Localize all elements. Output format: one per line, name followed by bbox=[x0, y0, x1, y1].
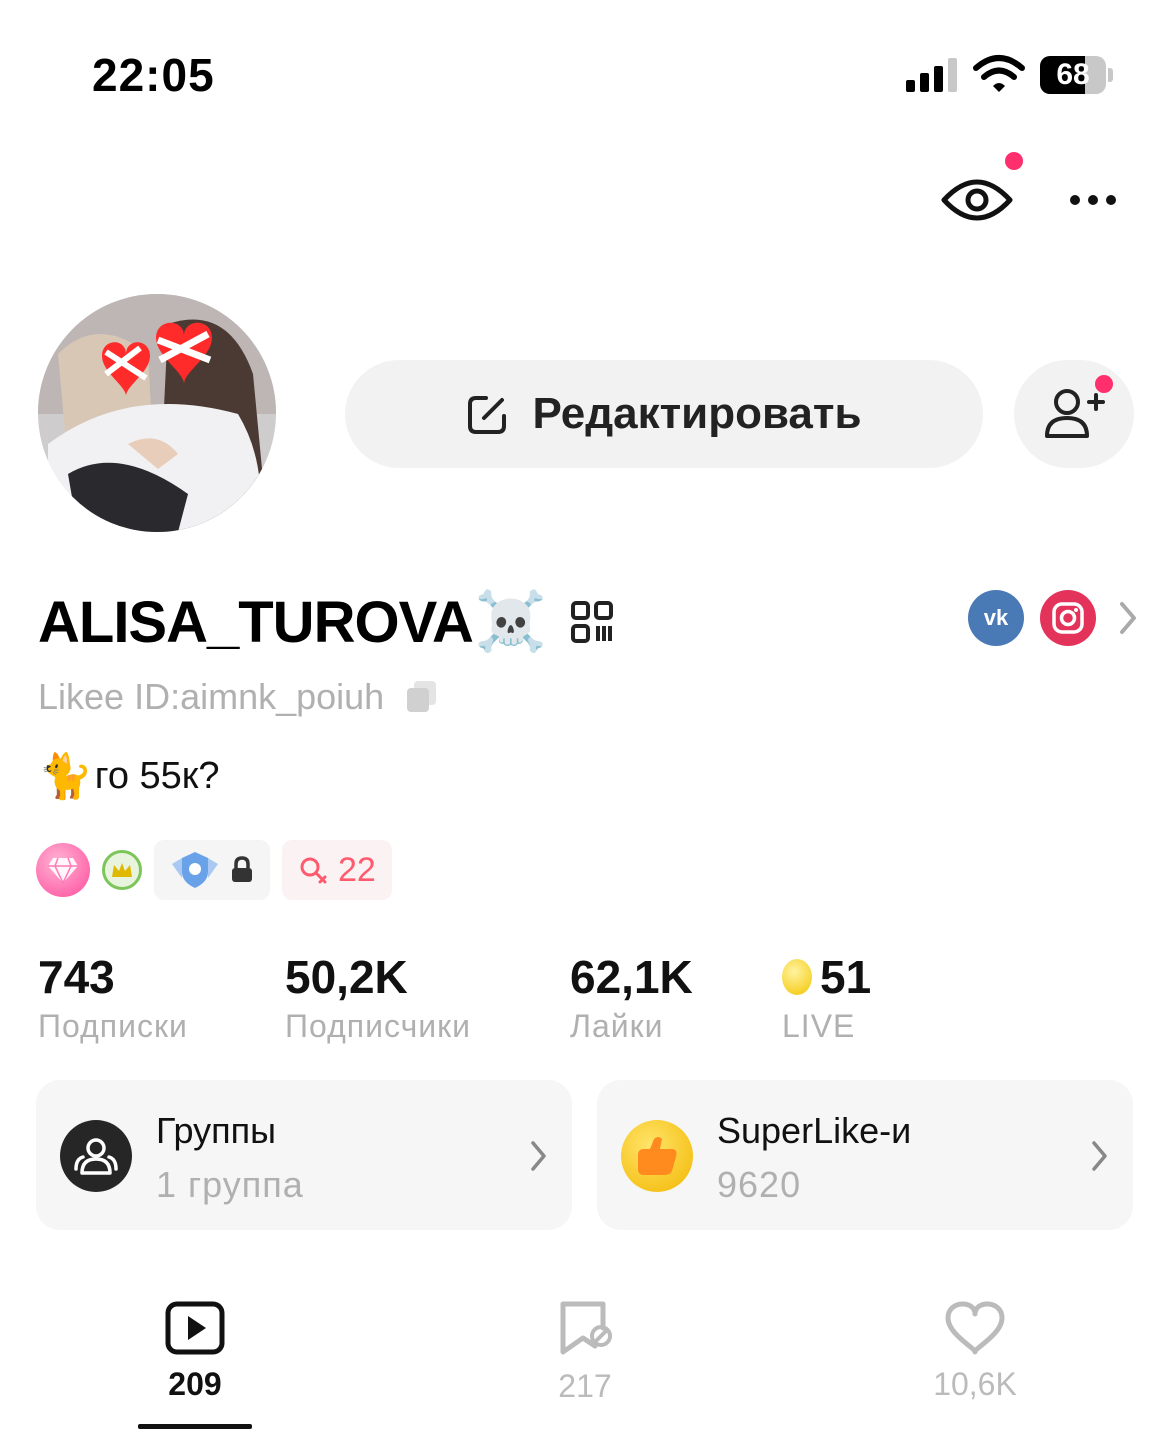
battery-level: 68 bbox=[1056, 58, 1090, 91]
tab-count: 217 bbox=[558, 1368, 612, 1404]
copy-icon[interactable] bbox=[404, 679, 440, 715]
tab-liked[interactable]: 10,6K bbox=[910, 1300, 1040, 1403]
stat-likes[interactable]: 62,1K Лайки bbox=[570, 950, 693, 1045]
add-user-icon bbox=[1045, 389, 1105, 438]
level-number: 22 bbox=[338, 850, 376, 889]
chevron-right-icon bbox=[531, 1141, 546, 1171]
stat-value: 62,1K bbox=[570, 951, 693, 1003]
bio-text: го 55к? bbox=[94, 754, 220, 797]
groups-title: Группы bbox=[156, 1110, 276, 1151]
tab-saved[interactable]: 217 bbox=[520, 1300, 650, 1405]
chevron-right-icon bbox=[1092, 1141, 1107, 1171]
tab-count: 10,6K bbox=[933, 1366, 1017, 1402]
active-tab-indicator bbox=[138, 1424, 252, 1429]
bio: 🐈 го 55к? bbox=[38, 750, 220, 802]
groups-icon bbox=[60, 1120, 132, 1192]
likee-id: Likee ID:aimnk_poiuh bbox=[38, 676, 385, 717]
superlike-icon bbox=[621, 1120, 693, 1192]
tab-videos[interactable]: 209 bbox=[130, 1300, 260, 1403]
superlikes-count: 9620 bbox=[717, 1164, 802, 1205]
stat-following[interactable]: 743 Подписки bbox=[38, 950, 188, 1045]
more-options-icon[interactable] bbox=[1066, 180, 1120, 220]
stat-live[interactable]: 51 LIVE bbox=[782, 950, 871, 1045]
bio-emoji: 🐈 bbox=[38, 752, 93, 801]
username-row: ALISA_TUROVA ☠️ bbox=[38, 582, 614, 662]
level-badge[interactable]: 22 bbox=[282, 840, 392, 900]
instagram-icon[interactable] bbox=[1040, 590, 1096, 646]
tab-count: 209 bbox=[168, 1366, 222, 1402]
crown-badge-icon[interactable] bbox=[102, 850, 142, 890]
coin-icon bbox=[782, 959, 812, 995]
video-play-icon bbox=[165, 1301, 225, 1355]
edit-icon bbox=[468, 396, 507, 434]
groups-subtitle: 1 группа bbox=[156, 1164, 304, 1205]
likee-id-row: Likee ID:aimnk_poiuh bbox=[38, 676, 440, 718]
bookmark-icon bbox=[560, 1301, 612, 1355]
qr-code-icon[interactable] bbox=[571, 601, 614, 643]
content-tabs: 209 217 10,6K bbox=[0, 1300, 1170, 1434]
vk-label: vk bbox=[983, 605, 1009, 630]
eye-icon[interactable] bbox=[940, 170, 1014, 230]
add-friend-button[interactable] bbox=[1014, 360, 1134, 468]
diamond-badge-icon[interactable] bbox=[36, 843, 90, 897]
groups-card[interactable]: Группы 1 группа bbox=[36, 1080, 572, 1230]
wifi-icon bbox=[973, 55, 1025, 92]
username: ALISA_TUROVA bbox=[38, 589, 474, 655]
superlikes-card[interactable]: SuperLike-и 9620 bbox=[597, 1080, 1133, 1230]
stat-value: 743 bbox=[38, 951, 115, 1003]
shield-badge[interactable] bbox=[154, 840, 270, 900]
stat-label: Лайки bbox=[570, 1008, 664, 1044]
avatar[interactable] bbox=[38, 294, 276, 532]
username-emoji: ☠️ bbox=[474, 589, 548, 654]
chevron-right-icon[interactable] bbox=[1116, 598, 1140, 638]
stat-followers[interactable]: 50,2K Подписчики bbox=[285, 950, 471, 1045]
stats: 743 Подписки 50,2K Подписчики 62,1K Лайк… bbox=[0, 950, 1170, 1050]
status-bar: 22:05 68 bbox=[0, 0, 1170, 140]
edit-profile-button[interactable]: Редактировать bbox=[345, 360, 983, 468]
edit-profile-label: Редактировать bbox=[532, 389, 862, 438]
stat-value: 51 bbox=[820, 951, 872, 1003]
stat-value: 50,2K bbox=[285, 951, 408, 1003]
social-links: vk bbox=[968, 590, 1140, 646]
heart-icon bbox=[945, 1301, 1005, 1355]
status-time: 22:05 bbox=[92, 49, 215, 101]
stat-label: Подписчики bbox=[285, 1008, 472, 1044]
shield-badge-icon bbox=[172, 852, 218, 888]
stat-label: Подписки bbox=[38, 1008, 188, 1044]
stat-label: LIVE bbox=[782, 1008, 856, 1044]
battery-icon: 68 bbox=[1040, 56, 1114, 94]
superlikes-title: SuperLike-и bbox=[717, 1110, 912, 1151]
notification-dot bbox=[1095, 375, 1113, 393]
lock-icon bbox=[232, 856, 252, 882]
cellular-signal-icon bbox=[906, 58, 957, 92]
notification-dot bbox=[1005, 152, 1023, 170]
level-icon bbox=[300, 857, 327, 884]
top-actions bbox=[0, 150, 1170, 250]
vk-icon[interactable]: vk bbox=[968, 590, 1024, 646]
badges: 22 bbox=[36, 840, 392, 900]
